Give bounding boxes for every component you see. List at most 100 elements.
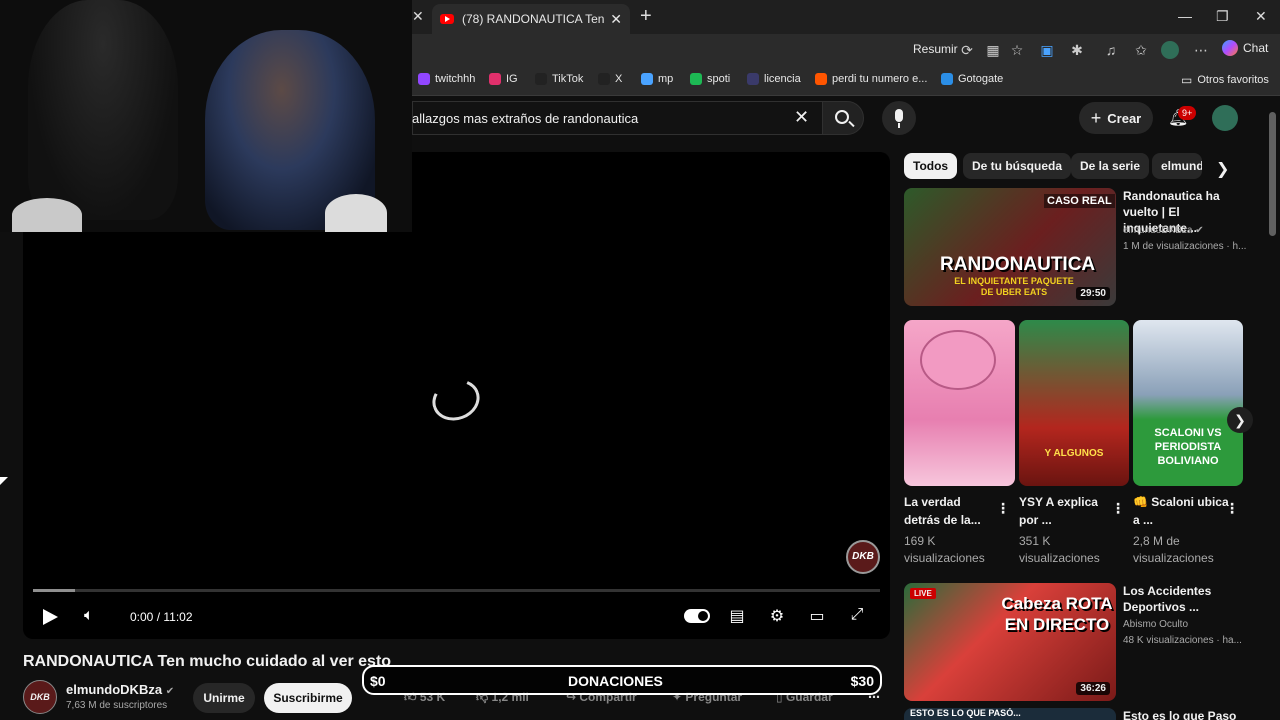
more-icon[interactable]: ⋯	[1192, 41, 1210, 59]
other-favorites-label: Otros favoritos	[1197, 74, 1269, 86]
recommended-channel[interactable]: elmundoDKBza ✔	[1123, 223, 1204, 238]
profile-icon[interactable]	[1161, 41, 1179, 59]
bookmark-5[interactable]: spoti	[690, 73, 730, 85]
short-thumbnail[interactable]	[904, 320, 1015, 486]
verified-icon: ✔	[1195, 225, 1204, 236]
copilot-icon	[1222, 40, 1238, 56]
channel-watermark[interactable]: DKB	[846, 540, 880, 574]
recommended-title[interactable]: Esto es lo que Paso	[1123, 708, 1247, 720]
bookmark-label: twitchhh	[435, 73, 476, 85]
recommended-channel[interactable]: Abismo Oculto	[1123, 617, 1188, 632]
bookmark-3[interactable]: X	[598, 73, 622, 85]
copilot-chat-button[interactable]: Chat	[1222, 40, 1268, 56]
bookmark-0[interactable]: twitchhh	[418, 73, 475, 85]
bookmark-6[interactable]: licencia	[747, 73, 801, 85]
bowl	[12, 198, 82, 232]
bookmark-label: spoti	[707, 73, 731, 85]
short-views: 351 K visualizaciones	[1019, 534, 1100, 565]
progress-bar[interactable]	[33, 589, 880, 592]
clear-search-icon[interactable]: ✕	[794, 107, 809, 128]
recommended-title[interactable]: Los Accidentes Deportivos ...	[1123, 583, 1247, 615]
sound-icon[interactable]: ♫	[1102, 41, 1120, 59]
fullscreen-icon[interactable]: ⤢	[846, 606, 868, 624]
chip-de-la-serie[interactable]: De la serie	[1071, 153, 1150, 179]
short-menu-icon[interactable]: ⋮	[1111, 500, 1125, 517]
x-icon	[598, 73, 610, 85]
recommended-thumbnail[interactable]: LIVE Cabeza ROTA EN DIRECTO 36:26	[904, 583, 1116, 701]
theater-mode-icon[interactable]: ▭	[806, 606, 828, 626]
resumir-button[interactable]: Resumir	[913, 42, 958, 56]
short-thumbnail[interactable]: SCALONI VS PERIODISTA BOLIVIANO	[1133, 320, 1243, 486]
bookmark-4[interactable]: mp	[641, 73, 673, 85]
create-label: Crear	[1107, 110, 1142, 126]
bookmark-7[interactable]: perdi tu numero e...	[815, 73, 927, 85]
browser-tab-active[interactable]: (78) RANDONAUTICA Ten mucho c ✕	[432, 4, 630, 34]
recommended-thumbnail[interactable]: ESTO ES LO QUE PASÓ...	[904, 708, 1116, 720]
search-button[interactable]	[822, 101, 864, 135]
tab-title: (78) RANDONAUTICA Ten mucho c	[462, 12, 605, 26]
bookmark-label: perdi tu numero e...	[832, 73, 928, 85]
thumb-subtext: EL INQUIETANTE PAQUETE DE UBER EATS	[954, 276, 1074, 297]
bookmark-label: X	[615, 73, 623, 85]
thumb-badge: CASO REAL	[1044, 194, 1115, 208]
summarize-icon[interactable]: ⟳	[958, 41, 976, 59]
licencia-icon	[747, 73, 759, 85]
scrollbar-thumb[interactable]	[1269, 112, 1276, 236]
short-menu-icon[interactable]: ⋮	[996, 500, 1010, 517]
bookmark-2[interactable]: TikTok	[535, 73, 583, 85]
voice-search-button[interactable]	[882, 101, 916, 135]
chip-todos[interactable]: Todos	[904, 153, 958, 179]
channel-avatar[interactable]: DKB	[23, 680, 57, 714]
create-button[interactable]: + Crear	[1079, 102, 1153, 134]
subscribe-button[interactable]: Suscribirme	[264, 683, 352, 713]
verified-icon: ✔	[165, 686, 175, 697]
recommended-thumbnail[interactable]: CASO REAL RANDONAUTICA EL INQUIETANTE PA…	[904, 188, 1116, 306]
short-thumb-text: SCALONI VS PERIODISTA BOLIVIANO	[1154, 427, 1222, 467]
close-tab-icon[interactable]: ✕	[412, 8, 424, 25]
favorites-icon[interactable]: ✩	[1132, 41, 1150, 59]
maximize-icon[interactable]: ❐	[1216, 8, 1229, 25]
new-tab-button[interactable]: +	[640, 5, 652, 28]
short-title[interactable]: 👊 Scaloni ubica a ...	[1133, 493, 1229, 529]
chevron-right-icon[interactable]: ❯	[1216, 159, 1229, 179]
brain-cartoon	[920, 330, 996, 390]
chip-channel[interactable]: elmundoDKBza	[1152, 153, 1202, 179]
apps-icon[interactable]: ▦	[984, 41, 1002, 59]
favorite-star-icon[interactable]: ☆	[1008, 41, 1026, 59]
subscriber-count: 7,63 M de suscriptores	[66, 700, 168, 711]
join-button[interactable]: Unirme	[193, 683, 255, 713]
short-views: 2,8 M de visualizaciones	[1133, 534, 1214, 565]
short-views: 169 K visualizaciones	[904, 534, 985, 565]
video-title: RANDONAUTICA Ten mucho cuidado al ver es…	[23, 653, 392, 670]
bookmark-8[interactable]: Gotogate	[941, 73, 1003, 85]
settings-gear-icon[interactable]: ⚙	[766, 606, 788, 626]
search-icon	[835, 110, 849, 124]
short-title[interactable]: YSY A explica por ...	[1019, 493, 1115, 529]
play-button[interactable]	[43, 609, 58, 625]
volume-icon[interactable]: 🔈︎	[84, 607, 94, 625]
plus-icon: +	[1090, 107, 1102, 128]
shorts-next-icon[interactable]: ❯	[1227, 407, 1253, 433]
close-tab-icon[interactable]: ✕	[610, 11, 622, 28]
buffered-bar	[33, 589, 76, 592]
chip-de-tu-busqueda[interactable]: De tu búsqueda	[963, 153, 1072, 179]
channel-name[interactable]: elmundoDKBza ✔	[66, 682, 174, 697]
account-avatar[interactable]	[1212, 105, 1238, 131]
other-favorites-folder[interactable]: ▭ Otros favoritos	[1181, 73, 1269, 87]
webcam-overlay	[0, 0, 412, 232]
recommended-channel-name: elmundoDKBza	[1123, 225, 1193, 236]
thumb-text: RANDONAUTICA	[940, 254, 1096, 275]
thumb-text: ESTO ES LO QUE PASÓ...	[910, 708, 1021, 718]
bookmark-label: IG	[506, 73, 518, 85]
short-menu-icon[interactable]: ⋮	[1225, 500, 1239, 517]
bookmark-1[interactable]: IG	[489, 73, 518, 85]
autoplay-toggle[interactable]	[684, 609, 710, 623]
short-title[interactable]: La verdad detrás de la...	[904, 493, 1000, 529]
search-input[interactable]: allazgos mas extraños de randonautica	[412, 111, 638, 126]
close-window-icon[interactable]: ✕	[1255, 8, 1267, 25]
subtitles-icon[interactable]: ▤	[726, 606, 748, 626]
minimize-icon[interactable]: —	[1178, 8, 1192, 24]
puzzle-icon[interactable]: ✱	[1068, 41, 1086, 59]
short-thumbnail[interactable]: Y ALGUNOS	[1019, 320, 1129, 486]
extension-icon[interactable]: ▣	[1038, 41, 1056, 59]
